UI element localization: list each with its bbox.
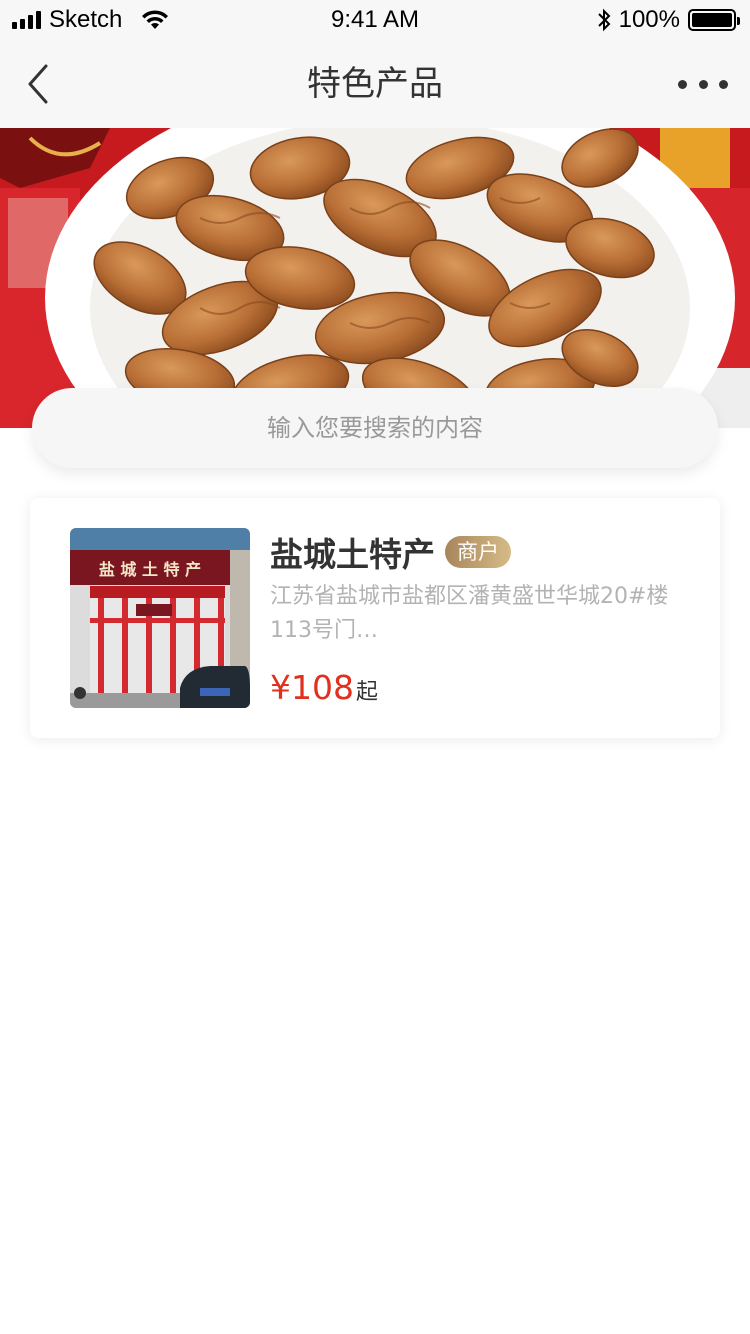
hero-banner (0, 128, 750, 428)
page-title: 特色产品 (307, 64, 443, 104)
shop-info: 盐城土特产 商户 江苏省盐城市盐都区潘黄盛世华城20#楼113号门… ¥108 … (270, 528, 690, 707)
shop-thumbnail: 盐 城 土 特 产 (70, 528, 250, 708)
price-row: ¥108 起 (270, 668, 378, 707)
sign-text: 盐 城 土 特 产 (99, 560, 201, 579)
snack-plate-image (0, 128, 750, 428)
battery-percent: 100% (618, 6, 680, 33)
shop-card[interactable]: 盐 城 土 特 产 盐城土特产 商户 江苏省盐城市盐都区潘黄盛世华城20#楼11… (30, 498, 720, 738)
search-input[interactable] (32, 388, 718, 468)
shop-name: 盐城土特产 (270, 535, 435, 574)
search-box[interactable] (32, 388, 718, 468)
battery-level (692, 13, 732, 27)
battery-icon (688, 9, 740, 31)
storefront-image: 盐 城 土 特 产 (70, 528, 250, 708)
more-button[interactable] (678, 62, 728, 106)
bluetooth-icon (597, 8, 611, 32)
nav-bar: 特色产品 (0, 40, 750, 128)
status-right: 100% (597, 0, 740, 40)
shop-title-row: 盐城土特产 商户 (270, 528, 690, 576)
price: ¥108 (270, 668, 354, 707)
shop-address: 江苏省盐城市盐都区潘黄盛世华城20#楼113号门… (270, 584, 669, 643)
merchant-badge: 商户 (445, 536, 511, 568)
price-suffix: 起 (355, 680, 378, 705)
status-bar: Sketch 9:41 AM 100% (0, 0, 750, 40)
more-horizontal-icon (678, 79, 687, 89)
